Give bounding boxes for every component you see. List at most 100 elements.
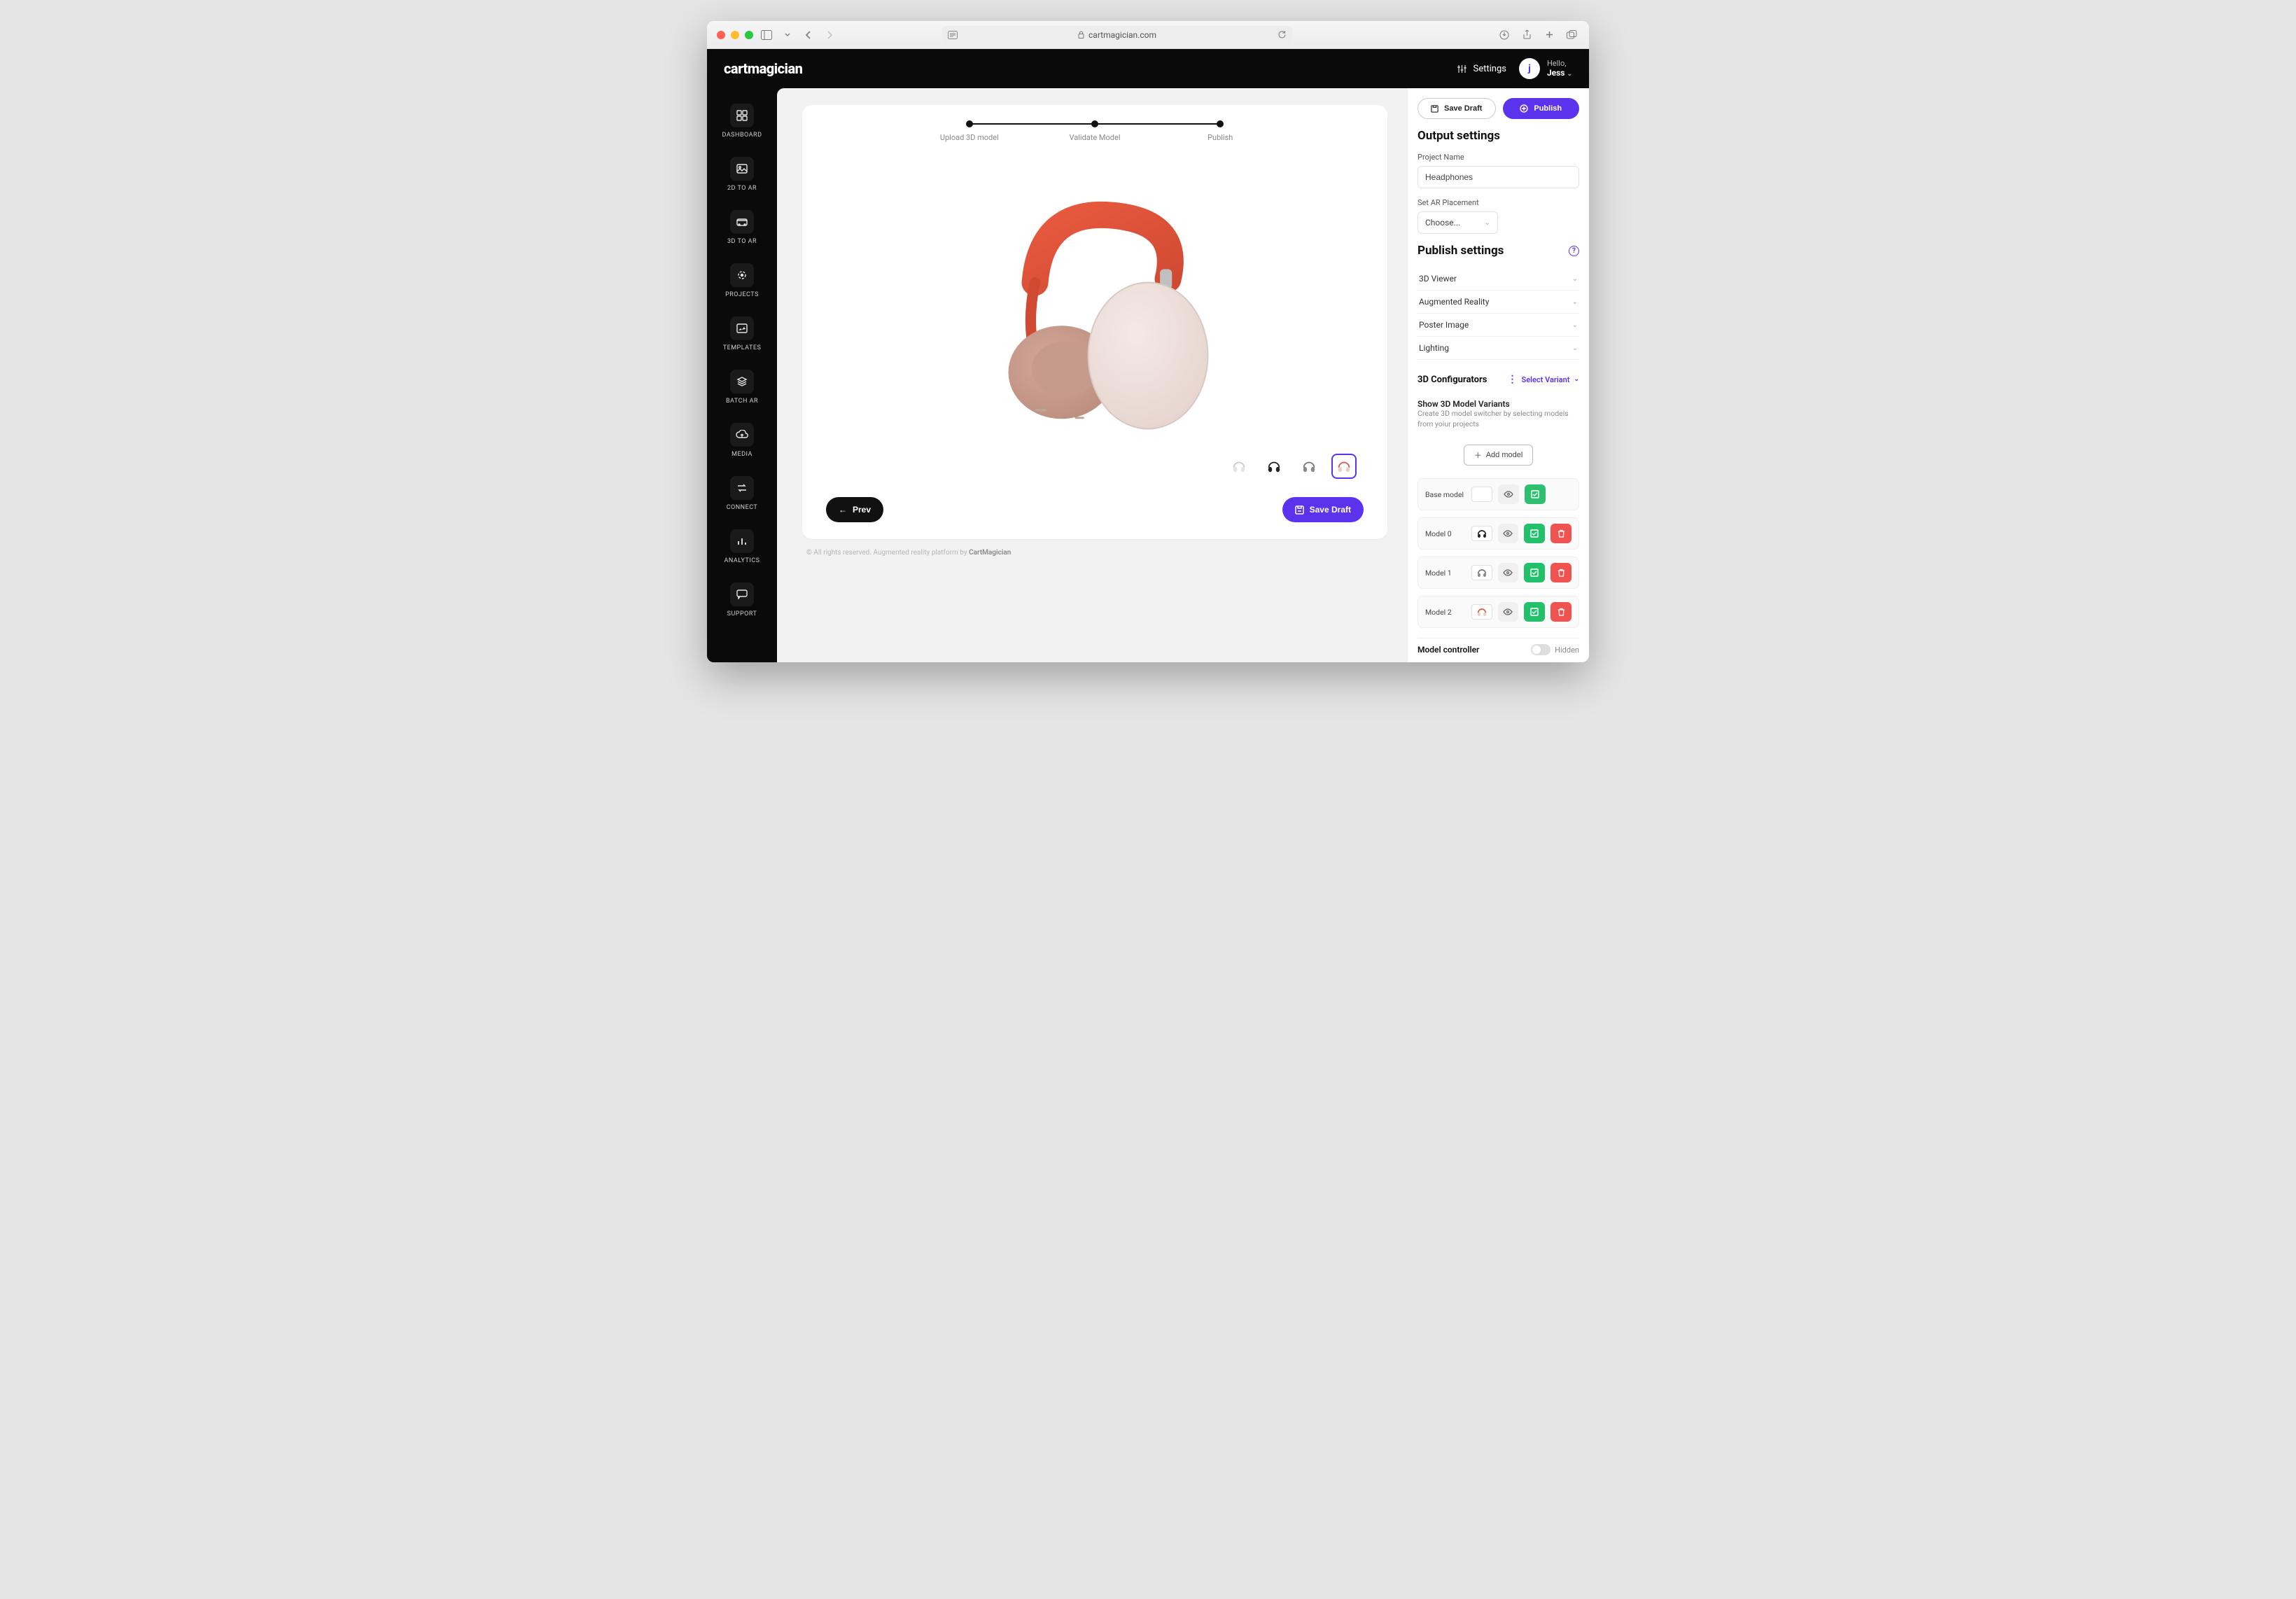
output-settings-heading: Output settings <box>1418 129 1579 143</box>
tabs-icon[interactable] <box>1564 27 1579 43</box>
publish-icon <box>1520 104 1528 113</box>
chevron-down-icon[interactable] <box>780 27 795 43</box>
arrow-left-icon: ← <box>839 505 847 515</box>
visibility-button[interactable] <box>1498 563 1519 582</box>
cloud-icon <box>730 423 754 447</box>
sidebar-toggle-icon[interactable] <box>759 27 774 43</box>
settings-label: Settings <box>1473 64 1506 74</box>
accordion-poster-image[interactable]: Poster Image⌄ <box>1418 314 1579 337</box>
3d-preview[interactable] <box>826 146 1364 484</box>
brand-logo: cartmagician <box>724 60 802 77</box>
sidebar-item-connect[interactable]: CONNECT <box>714 470 770 519</box>
variants-desc: Create 3D model switcher by selecting mo… <box>1418 409 1579 429</box>
user-menu[interactable]: j Hello, Jess ⌄ <box>1519 58 1572 79</box>
swap-icon <box>730 476 754 500</box>
chevron-down-icon: ⌄ <box>1567 71 1572 78</box>
chevron-down-icon: ⌄ <box>1572 321 1578 329</box>
thumb-black[interactable] <box>1261 454 1287 479</box>
downloads-icon[interactable] <box>1497 27 1512 43</box>
layers-icon <box>730 370 754 393</box>
ar-placement-select[interactable]: Choose... ⌄ <box>1418 211 1498 234</box>
accordion-augmented-reality[interactable]: Augmented Reality⌄ <box>1418 291 1579 314</box>
sliders-icon <box>1457 64 1467 74</box>
sidebar-item-templates[interactable]: TEMPLATES <box>714 311 770 360</box>
visibility-button[interactable] <box>1498 484 1519 504</box>
configurators-heading: 3D Configurators <box>1418 375 1487 385</box>
app-shell: cartmagician Settings j Hello, Jess ⌄ <box>707 49 1589 662</box>
select-variant-link[interactable]: ⋮ Select Variant ⌄ <box>1508 374 1580 385</box>
prev-button[interactable]: ← Prev <box>826 497 883 522</box>
chevron-down-icon: ⌄ <box>1572 298 1578 306</box>
sidebar-item-media[interactable]: MEDIA <box>714 417 770 466</box>
kebab-icon: ⋮ <box>1508 374 1518 385</box>
close-window-icon[interactable] <box>717 31 725 39</box>
panel-save-draft-button[interactable]: Save Draft <box>1418 98 1496 119</box>
headphones-illustration <box>962 183 1228 449</box>
dashboard-icon <box>730 104 754 127</box>
share-icon[interactable] <box>1519 27 1534 43</box>
delete-button[interactable] <box>1550 602 1572 622</box>
model-controller-row: Model controller Hidden <box>1418 638 1579 655</box>
project-name-label: Project Name <box>1418 153 1579 162</box>
accordion-lighting[interactable]: Lighting⌄ <box>1418 337 1579 360</box>
save-draft-button[interactable]: Save Draft <box>1282 497 1364 522</box>
help-icon[interactable]: ? <box>1569 246 1579 256</box>
controller-label: Model controller <box>1418 645 1479 655</box>
main-area: Upload 3D model Validate Model Publish <box>777 88 1589 662</box>
thumb-coral[interactable] <box>1331 454 1357 479</box>
plus-icon: ＋ <box>1474 449 1482 461</box>
visibility-button[interactable] <box>1498 602 1519 622</box>
thumb-grey[interactable] <box>1296 454 1322 479</box>
delete-button[interactable] <box>1550 563 1572 582</box>
address-bar[interactable]: cartmagician.com <box>942 26 1292 44</box>
sidebar-item-3d-to-ar[interactable]: 3D TO AR <box>714 204 770 253</box>
save-icon <box>1431 105 1438 113</box>
right-panel: Save Draft Publish Output settings Proje… <box>1407 88 1589 662</box>
new-tab-icon[interactable] <box>1541 27 1557 43</box>
forward-icon[interactable] <box>822 27 837 43</box>
cube-icon <box>730 210 754 234</box>
sidebar-item-support[interactable]: SUPPORT <box>714 577 770 626</box>
url-host: cartmagician.com <box>1088 30 1156 40</box>
sidebar-item-2d-to-ar[interactable]: 2D TO AR <box>714 151 770 200</box>
sidebar-item-projects[interactable]: PROJECTS <box>714 258 770 307</box>
sidebar-item-analytics[interactable]: ANALYTICS <box>714 524 770 573</box>
edit-button[interactable] <box>1525 484 1546 504</box>
sidebar-item-batch-ar[interactable]: BATCH AR <box>714 364 770 413</box>
maximize-window-icon[interactable] <box>745 31 753 39</box>
variant-thumbnails <box>1226 454 1357 479</box>
minimize-window-icon[interactable] <box>731 31 739 39</box>
project-name-input[interactable] <box>1418 166 1579 188</box>
reader-icon[interactable] <box>948 31 958 39</box>
sidebar-item-dashboard[interactable]: DASHBOARD <box>714 98 770 147</box>
model-swatch[interactable] <box>1471 565 1492 580</box>
stepper: Upload 3D model Validate Model Publish <box>906 120 1283 142</box>
accordion-3d-viewer[interactable]: 3D Viewer⌄ <box>1418 267 1579 291</box>
browser-chrome: cartmagician.com <box>707 21 1589 49</box>
model-swatch[interactable] <box>1471 604 1492 620</box>
publish-button[interactable]: Publish <box>1503 98 1580 119</box>
user-greeting: Hello, <box>1547 59 1572 68</box>
model-swatch[interactable] <box>1471 526 1492 541</box>
templates-icon <box>730 316 754 340</box>
visibility-button[interactable] <box>1498 524 1519 543</box>
variants-heading: Show 3D Model Variants <box>1418 399 1579 409</box>
edit-button[interactable] <box>1524 524 1545 543</box>
reload-icon[interactable] <box>1278 30 1287 39</box>
model-row-2: Model 2 <box>1418 596 1579 628</box>
edit-button[interactable] <box>1524 602 1545 622</box>
thumb-silver[interactable] <box>1226 454 1252 479</box>
chevron-down-icon: ⌄ <box>1574 376 1579 383</box>
delete-button[interactable] <box>1550 524 1572 543</box>
controller-toggle[interactable]: Hidden <box>1531 644 1579 655</box>
publish-settings-heading: Publish settings <box>1418 244 1504 258</box>
model-swatch[interactable] <box>1471 487 1492 502</box>
save-icon <box>1295 505 1304 515</box>
app-topbar: cartmagician Settings j Hello, Jess ⌄ <box>707 49 1589 88</box>
back-icon[interactable] <box>801 27 816 43</box>
add-model-button[interactable]: ＋ Add model <box>1464 445 1534 466</box>
chevron-down-icon: ⌄ <box>1572 344 1578 352</box>
bars-icon <box>730 529 754 553</box>
settings-link[interactable]: Settings <box>1457 64 1506 74</box>
edit-button[interactable] <box>1524 563 1545 582</box>
